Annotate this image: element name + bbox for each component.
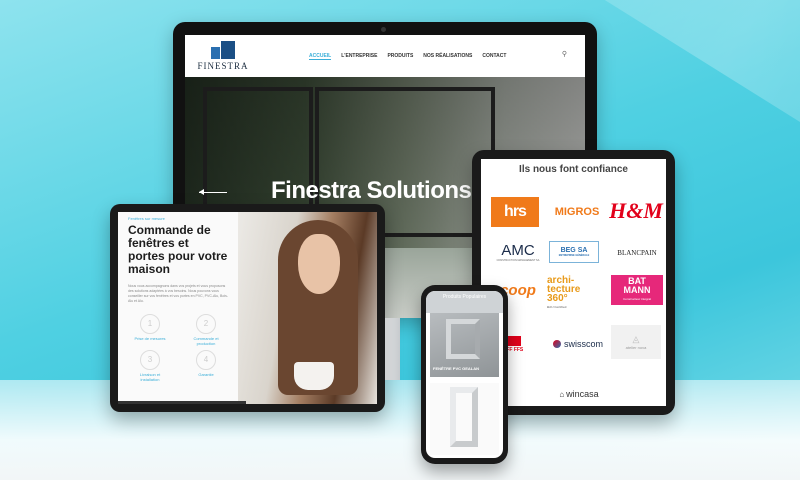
section-title: Commande de fenêtres et portes pour votr…: [128, 223, 228, 276]
batmann-line: MANN: [623, 284, 651, 295]
client-logo-migros: MIGROS: [554, 206, 600, 218]
amc-text: AMC: [501, 242, 535, 259]
atelier-text: atelier nova: [625, 345, 647, 350]
product-caption: FENÊTRE PVC GEALAN: [433, 366, 480, 371]
step-2: 2 Commande et production: [186, 314, 226, 346]
clients-title: Ils nous font confiance: [519, 164, 628, 175]
phone-screen: Produits Populaires FENÊTRE PVC GEALAN: [426, 291, 503, 458]
desktop-navbar: FINESTRA ACCUEIL L'ENTREPRISE PRODUITS N…: [185, 35, 585, 77]
product-card[interactable]: FENÊTRE PVC GEALAN: [430, 313, 499, 377]
begsa-text: BEG SA: [560, 247, 588, 254]
amc-subtext: CONSTRUCTION MANAGEMENT SA: [496, 259, 540, 262]
step-label: Commande et production: [193, 336, 219, 346]
step-number: 4: [196, 350, 216, 370]
popular-products-title: Produits Populaires: [426, 291, 503, 313]
swisscom-text: swisscom: [563, 339, 603, 349]
client-logo-blancpain: BLANCPAIN: [617, 249, 657, 257]
nav-accueil[interactable]: ACCUEIL: [309, 53, 332, 60]
logo-window-icon: [211, 41, 235, 59]
batmann-subtext: Constructeur intégral: [623, 296, 651, 301]
desktop-menu: ACCUEIL L'ENTREPRISE PRODUITS NOS RÉALIS…: [309, 53, 506, 60]
finestra-logo[interactable]: FINESTRA: [197, 41, 249, 71]
tablet-left-content: Fenêtres sur mesure Commande de fenêtres…: [118, 212, 238, 404]
step-label: Garantie: [198, 372, 214, 377]
window-profile-image: [450, 387, 478, 447]
prev-slide-arrow-icon[interactable]: [199, 189, 227, 195]
client-logo-amc: AMC CONSTRUCTION MANAGEMENT SA: [491, 239, 545, 265]
step-label: Livraison et installation: [139, 372, 161, 382]
nav-contact[interactable]: CONTACT: [482, 53, 506, 60]
step-number: 3: [140, 350, 160, 370]
step-number: 1: [140, 314, 160, 334]
client-logo-swisscom: swisscom: [551, 337, 605, 351]
smartphone: Produits Populaires FENÊTRE PVC GEALAN: [421, 285, 508, 464]
wincasa-text: wincasa: [566, 389, 599, 399]
photo-face: [298, 234, 340, 294]
webcam: [381, 27, 386, 32]
client-logo-wincasa: ⌂ wincasa: [553, 387, 605, 401]
process-steps: 1 Prise de mesures 2 Commande et product…: [128, 314, 228, 384]
step-4: 4 Garantie: [186, 350, 226, 377]
swisscom-icon: [552, 340, 561, 348]
atelier-mark-icon: ◬: [632, 334, 640, 344]
section-body: Nous vous accompagnons dans vos projets …: [128, 284, 228, 303]
section-kicker: Fenêtres sur mesure: [128, 216, 165, 221]
client-logo-batmann: BAT MANN Constructeur intégral: [611, 275, 663, 305]
search-icon[interactable]: ⚲: [562, 50, 567, 58]
scroll-bar[interactable]: [118, 401, 246, 404]
begsa-subtext: ENTREPRISE GÉNÉRALE: [558, 254, 590, 257]
client-logo-begsa: BEG SA ENTREPRISE GÉNÉRALE: [549, 241, 599, 263]
client-logo-atelier: ◬ atelier nova: [611, 325, 661, 359]
tablet-left-screen: Fenêtres sur mesure Commande de fenêtres…: [118, 212, 377, 404]
house-icon: ⌂: [559, 389, 565, 399]
tablet-right-screen: Ils nous font confiance hrs MIGROS H&M A…: [481, 159, 666, 406]
arch-line: 360°: [547, 293, 568, 304]
client-logo-hm: H&M: [609, 198, 663, 223]
step-label: Prise de mesures: [134, 336, 166, 341]
step-number: 2: [196, 314, 216, 334]
step-3: 3 Livraison et installation: [130, 350, 170, 382]
nav-entreprise[interactable]: L'ENTREPRISE: [341, 53, 377, 60]
nav-produits[interactable]: PRODUITS: [387, 53, 413, 60]
logo-text: FINESTRA: [197, 61, 249, 71]
woman-with-cup-photo: [238, 212, 377, 404]
window-profile-image: [446, 319, 480, 359]
photo-cup: [294, 362, 334, 390]
product-card[interactable]: [430, 383, 499, 455]
step-1: 1 Prise de mesures: [130, 314, 170, 341]
client-logo-architecture360: archi- tecture 360° BAU Certified: [547, 273, 605, 315]
nav-realisations[interactable]: NOS RÉALISATIONS: [423, 53, 472, 60]
tablet-left: Fenêtres sur mesure Commande de fenêtres…: [110, 204, 385, 412]
arch-subtext: BAU Certified: [547, 305, 567, 309]
client-logo-hrs: hrs: [491, 197, 539, 227]
